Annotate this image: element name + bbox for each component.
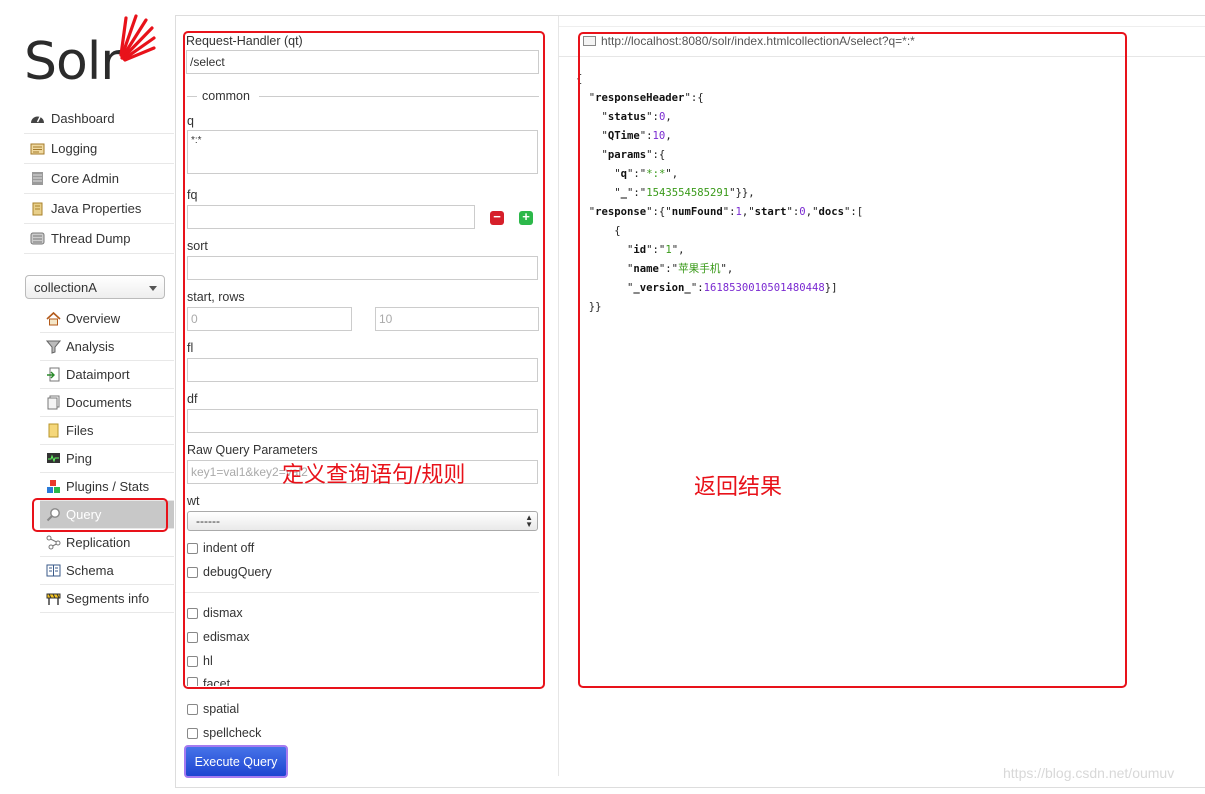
query-form-highlight — [183, 31, 545, 689]
checkbox-label: spellcheck — [203, 726, 262, 740]
watermark: https://blog.csdn.net/oumuv — [1003, 765, 1175, 781]
logo-wordmark: Solr — [24, 32, 122, 92]
nav-label: Thread Dump — [51, 231, 131, 246]
core-menu-label: Documents — [66, 395, 132, 410]
nav-label: Java Properties — [51, 201, 142, 216]
execute-query-button[interactable]: Execute Query — [184, 745, 288, 778]
spatial-checkbox[interactable]: spatial — [187, 701, 239, 717]
core-menu-label: Dataimport — [66, 367, 130, 382]
checkbox-label: spatial — [203, 702, 240, 716]
core-menu-label: Segments info — [66, 591, 150, 606]
core-selector[interactable]: collectionA — [25, 275, 165, 299]
documents-icon — [46, 395, 61, 410]
plugins-icon — [46, 479, 61, 494]
core-menu-analysis[interactable]: Analysis — [40, 333, 174, 361]
core-menu-label: Schema — [66, 563, 114, 578]
nav-java-properties[interactable]: Java Properties — [24, 194, 174, 224]
core-menu-label: Analysis — [66, 339, 115, 354]
dataimport-icon — [46, 367, 61, 382]
result-annotation: 返回结果 — [694, 475, 783, 500]
query-menu-highlight — [32, 498, 168, 532]
checkbox-icon — [187, 727, 198, 739]
pane-divider — [558, 16, 559, 776]
schema-icon — [46, 563, 61, 578]
core-menu: Overview Analysis Dataimport Documents F… — [40, 305, 174, 613]
form-annotation: 定义查询语句/规则 — [282, 463, 466, 488]
core-menu-replication[interactable]: Replication — [40, 529, 174, 557]
thread-dump-icon — [30, 231, 45, 246]
core-menu-label: Overview — [66, 311, 121, 326]
nav-label: Logging — [51, 141, 98, 156]
core-admin-icon — [30, 171, 45, 186]
core-menu-dataimport[interactable]: Dataimport — [40, 361, 174, 389]
chevron-down-icon — [149, 286, 157, 291]
replication-icon — [46, 535, 61, 550]
ping-icon — [46, 451, 61, 466]
result-highlight — [578, 32, 1127, 688]
nav-logging[interactable]: Logging — [24, 134, 174, 164]
nav-label: Dashboard — [51, 111, 115, 126]
segments-icon — [46, 591, 61, 606]
core-menu-schema[interactable]: Schema — [40, 557, 174, 585]
core-menu-label: Files — [66, 423, 94, 438]
core-menu-overview[interactable]: Overview — [40, 305, 174, 333]
home-icon — [46, 311, 61, 326]
spellcheck-checkbox[interactable]: spellcheck — [187, 725, 261, 741]
core-menu-ping[interactable]: Ping — [40, 445, 174, 473]
java-icon — [30, 201, 45, 216]
core-menu-files[interactable]: Files — [40, 417, 174, 445]
core-menu-plugins[interactable]: Plugins / Stats — [40, 473, 174, 501]
checkbox-icon — [187, 703, 198, 715]
nav-thread-dump[interactable]: Thread Dump — [24, 224, 174, 254]
main-nav: Dashboard Logging Core Admin Java Proper… — [24, 104, 174, 254]
core-menu-segments[interactable]: Segments info — [40, 585, 174, 613]
logging-icon — [30, 141, 45, 156]
core-menu-documents[interactable]: Documents — [40, 389, 174, 417]
core-menu-label: Replication — [66, 535, 131, 550]
solr-logo[interactable]: Solr — [24, 14, 156, 92]
nav-core-admin[interactable]: Core Admin — [24, 164, 174, 194]
url-bar-top-border — [559, 26, 1205, 27]
folder-icon — [46, 423, 61, 438]
dashboard-icon — [30, 111, 45, 126]
sun-icon — [119, 14, 156, 62]
core-menu-label: Plugins / Stats — [66, 479, 150, 494]
nav-label: Core Admin — [51, 171, 119, 186]
core-selector-value: collectionA — [34, 280, 97, 295]
funnel-icon — [45, 339, 62, 354]
nav-dashboard[interactable]: Dashboard — [24, 104, 174, 134]
core-menu-label: Ping — [66, 451, 93, 466]
